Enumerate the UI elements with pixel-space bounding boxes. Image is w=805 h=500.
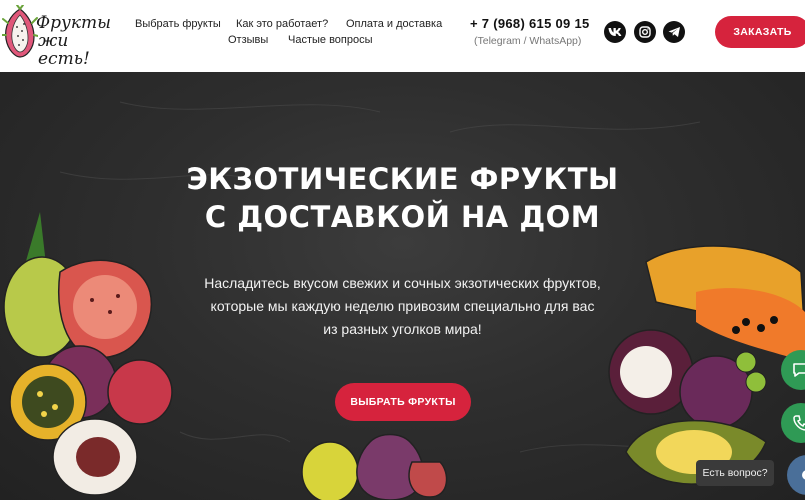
logo-line-2: жи есть! <box>38 31 90 69</box>
message-icon <box>802 470 805 480</box>
order-button[interactable]: ЗАКАЗАТЬ <box>715 16 805 48</box>
hero-subtitle-line-3: из разных уголков мира! <box>323 321 482 337</box>
nav-payment-delivery[interactable]: Оплата и доставка <box>346 18 442 30</box>
chat-bubble-icon <box>793 363 805 377</box>
question-tooltip: Есть вопрос? <box>696 460 774 486</box>
hero-title-line-1: ЭКЗОТИЧЕСКИЕ ФРУКТЫ <box>186 162 619 196</box>
phone-messengers-note: (Telegram / WhatsApp) <box>474 35 582 47</box>
nav-faq-link[interactable]: Частые вопросы <box>288 34 373 46</box>
instagram-icon[interactable] <box>634 21 656 43</box>
hero-subtitle-line-1: Насладитесь вкусом свежих и сочных экзот… <box>204 275 601 291</box>
logo-line-1: Фрукты <box>36 13 111 33</box>
logo[interactable]: Фрукты жи есть! <box>2 5 114 68</box>
site-header: Фрукты жи есть! Выбрать фрукты Как это р… <box>0 0 805 72</box>
phone-number[interactable]: + 7 (968) 615 09 15 <box>470 16 590 31</box>
hero-subtitle: Насладитесь вкусом свежих и сочных экзот… <box>0 272 805 341</box>
nav-reviews-link[interactable]: Отзывы <box>228 34 268 46</box>
nav-reviews[interactable]: Отзывы <box>228 34 268 46</box>
dragon-fruit-logo-icon <box>2 5 38 58</box>
logo-text: Фрукты жи есть! <box>36 14 114 68</box>
hero-subtitle-line-2: которые мы каждую неделю привозим специа… <box>210 298 595 314</box>
telegram-icon[interactable] <box>663 21 685 43</box>
phone-icon <box>793 415 805 431</box>
hero-title: ЭКЗОТИЧЕСКИЕ ФРУКТЫ С ДОСТАВКОЙ НА ДОМ <box>0 160 805 236</box>
starfruit-icon <box>301 441 359 500</box>
nav-how-it-works[interactable]: Как это работает? <box>236 18 328 30</box>
left-fruits-illustration <box>3 212 173 496</box>
hero-title-line-2: С ДОСТАВКОЙ НА ДОМ <box>204 200 601 234</box>
nav-faq[interactable]: Частые вопросы <box>288 34 373 46</box>
nav-how-it-works-link[interactable]: Как это работает? <box>236 18 328 30</box>
nav-payment-delivery-link[interactable]: Оплата и доставка <box>346 18 442 30</box>
nav-choose-fruits-link[interactable]: Выбрать фрукты <box>135 18 221 30</box>
hero-section: ЭКЗОТИЧЕСКИЕ ФРУКТЫ С ДОСТАВКОЙ НА ДОМ Н… <box>0 72 805 500</box>
lychee-icon <box>107 359 173 425</box>
vk-icon[interactable] <box>604 21 626 43</box>
nav-choose-fruits[interactable]: Выбрать фрукты <box>135 18 221 30</box>
choose-fruits-button[interactable]: ВЫБРАТЬ ФРУКТЫ <box>335 383 471 421</box>
